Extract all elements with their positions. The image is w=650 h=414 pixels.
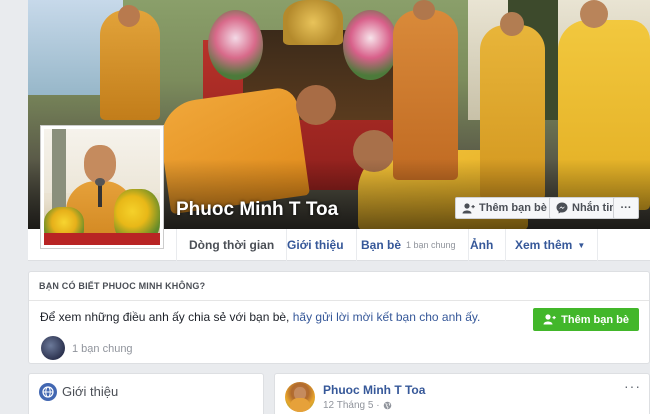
post-options-button[interactable]: ··· xyxy=(624,378,641,394)
globe-icon xyxy=(383,401,391,410)
tab-more-label: Xem thêm xyxy=(515,238,573,252)
post-date-text: 12 Tháng 5 · xyxy=(323,400,380,411)
add-friend-green-button[interactable]: Thêm bạn bè xyxy=(533,308,639,331)
mutual-friends-count[interactable]: 1 bạn chung xyxy=(72,343,133,355)
tab-photos[interactable]: Ảnh xyxy=(458,229,507,261)
tab-about-label: Giới thiệu xyxy=(287,238,344,252)
add-friend-label: Thêm bạn bè xyxy=(479,202,547,214)
add-friend-green-label: Thêm bạn bè xyxy=(561,313,629,326)
send-request-link[interactable]: hãy gửi lời mời kết bạn cho anh ấy. xyxy=(293,310,481,324)
mutual-friend-avatar[interactable] xyxy=(41,336,65,360)
intro-title: Giới thiệu xyxy=(62,384,119,399)
profile-picture[interactable] xyxy=(40,125,164,249)
add-friend-icon xyxy=(462,202,475,213)
suggestion-heading: BẠN CÓ BIẾT PHUOC MINH KHÔNG? xyxy=(39,281,206,291)
suggestion-message-text: Để xem những điều anh ấy chia sẻ với bạn… xyxy=(40,310,293,324)
more-dots-icon: ··· xyxy=(620,202,632,214)
post-author-name[interactable]: Phuoc Minh T Toa xyxy=(323,383,425,397)
tab-about[interactable]: Giới thiệu xyxy=(275,229,357,261)
friend-suggestion-card: BẠN CÓ BIẾT PHUOC MINH KHÔNG? Để xem nhữ… xyxy=(28,271,650,364)
profile-name[interactable]: Phuoc Minh T Toa xyxy=(176,199,338,221)
post-timestamp[interactable]: 12 Tháng 5 · xyxy=(323,400,392,411)
add-friend-icon xyxy=(543,314,556,325)
post-card: Phuoc Minh T Toa 12 Tháng 5 · ··· xyxy=(274,373,650,414)
messenger-icon xyxy=(556,202,568,214)
globe-icon xyxy=(39,383,57,401)
suggestion-message: Để xem những điều anh ấy chia sẻ với bạn… xyxy=(40,310,480,324)
more-options-button[interactable]: ··· xyxy=(613,197,639,219)
tab-timeline-label: Dòng thời gian xyxy=(189,238,275,252)
message-button[interactable]: Nhắn tin xyxy=(549,197,623,219)
tab-friends-mutual: 1 bạn chung xyxy=(406,240,456,250)
intro-card: Giới thiệu xyxy=(28,373,264,414)
chevron-down-icon: ▼ xyxy=(577,240,586,250)
message-label: Nhắn tin xyxy=(572,202,616,214)
tab-timeline[interactable]: Dòng thời gian xyxy=(176,229,288,261)
tab-photos-label: Ảnh xyxy=(470,238,494,252)
divider xyxy=(29,300,649,301)
add-friend-button[interactable]: Thêm bạn bè xyxy=(455,197,554,219)
author-avatar[interactable] xyxy=(285,382,315,412)
tab-friends[interactable]: Bạn bè 1 bạn chung xyxy=(349,229,469,261)
tab-friends-label: Bạn bè xyxy=(361,238,402,252)
tab-more[interactable]: Xem thêm ▼ xyxy=(503,229,599,261)
